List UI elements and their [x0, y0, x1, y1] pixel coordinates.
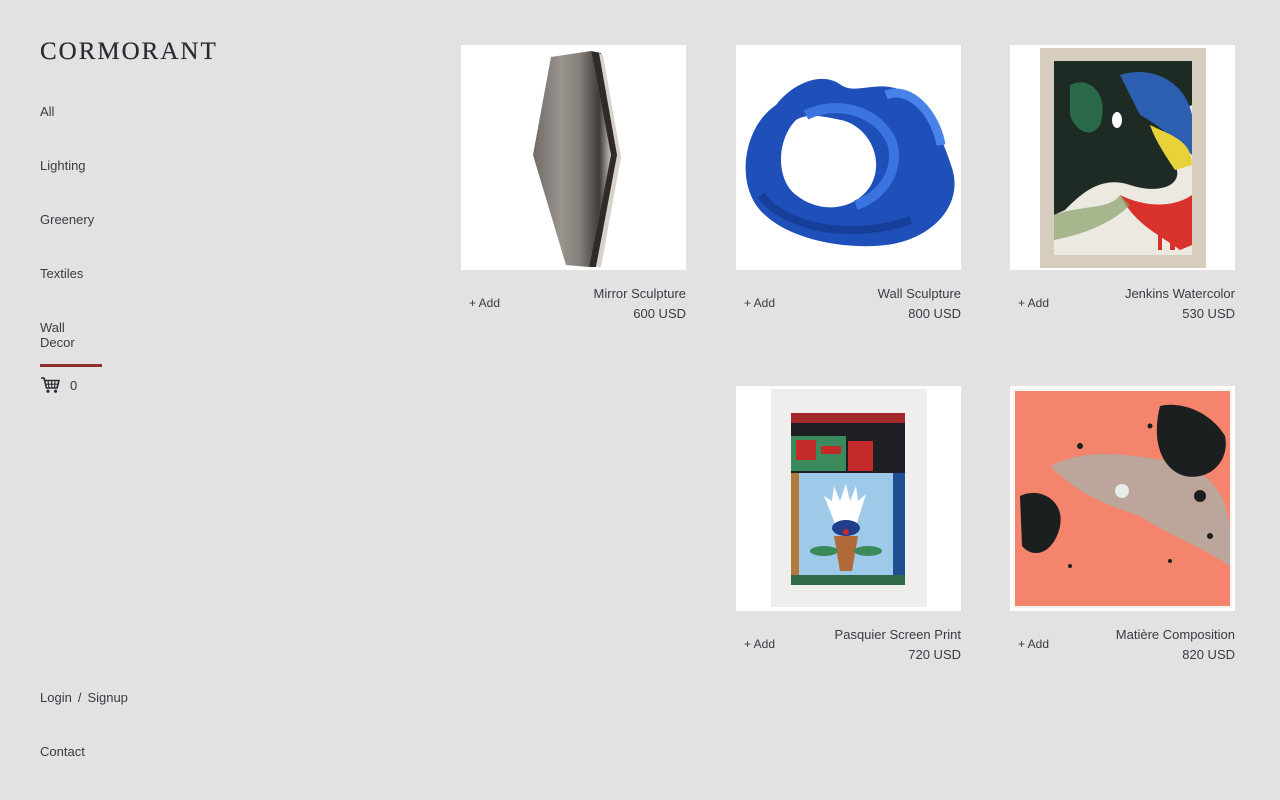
product-meta: + Add Pasquier Screen Print 720 USD: [736, 611, 961, 671]
add-to-cart-button[interactable]: + Add: [1018, 637, 1049, 651]
signup-link[interactable]: Signup: [87, 690, 127, 705]
product-image-mirror-sculpture[interactable]: [461, 45, 686, 270]
brand-logo[interactable]: CORMORANT: [40, 38, 218, 66]
add-to-cart-button[interactable]: + Add: [744, 296, 775, 310]
cart-icon: [40, 376, 60, 394]
product-card: + Add Pasquier Screen Print 720 USD: [736, 386, 961, 671]
product-card: + Add Mirror Sculpture 600 USD: [461, 45, 686, 330]
product-price: 800 USD: [908, 306, 961, 321]
nav-item-all[interactable]: All: [40, 104, 102, 158]
product-image-wall-sculpture[interactable]: [736, 45, 961, 270]
product-card: + Add Wall Sculpture 800 USD: [736, 45, 961, 330]
product-name[interactable]: Matière Composition: [1116, 627, 1235, 642]
product-name[interactable]: Jenkins Watercolor: [1125, 286, 1235, 301]
product-price: 600 USD: [633, 306, 686, 321]
nav-item-greenery[interactable]: Greenery: [40, 212, 102, 266]
product-image-matiere-composition[interactable]: [1010, 386, 1235, 611]
nav-item-label: Lighting: [40, 158, 86, 173]
add-to-cart-button[interactable]: + Add: [744, 637, 775, 651]
product-card: + Add Jenkins Watercolor 530 USD: [1010, 45, 1235, 330]
product-price: 720 USD: [908, 647, 961, 662]
product-name[interactable]: Pasquier Screen Print: [835, 627, 961, 642]
nav-item-label-active: Wall Decor: [40, 320, 102, 367]
cart-count: 0: [70, 377, 78, 393]
category-nav: All Lighting Greenery Textiles Wall Deco…: [40, 104, 102, 374]
nav-item-textiles[interactable]: Textiles: [40, 266, 102, 320]
cart-button[interactable]: 0: [40, 376, 77, 394]
nav-item-wall-decor[interactable]: Wall Decor: [40, 320, 102, 374]
product-card: + Add Matière Composition 820 USD: [1010, 386, 1235, 671]
contact-link[interactable]: Contact: [40, 744, 85, 759]
nav-item-label: All: [40, 104, 55, 119]
product-meta: + Add Jenkins Watercolor 530 USD: [1010, 270, 1235, 330]
product-price: 820 USD: [1182, 647, 1235, 662]
nav-item-label: Greenery: [40, 212, 95, 227]
product-image-jenkins-watercolor[interactable]: [1010, 45, 1235, 270]
product-image-pasquier-screen-print[interactable]: [736, 386, 961, 611]
product-meta: + Add Mirror Sculpture 600 USD: [461, 270, 686, 330]
product-name[interactable]: Wall Sculpture: [878, 286, 961, 301]
nav-item-label: Textiles: [40, 266, 84, 281]
product-meta: + Add Matière Composition 820 USD: [1010, 611, 1235, 671]
product-price: 530 USD: [1182, 306, 1235, 321]
account-separator: /: [77, 690, 82, 705]
product-name[interactable]: Mirror Sculpture: [594, 286, 686, 301]
product-meta: + Add Wall Sculpture 800 USD: [736, 270, 961, 330]
nav-item-lighting[interactable]: Lighting: [40, 158, 102, 212]
account-links: Login / Signup: [40, 690, 128, 705]
add-to-cart-button[interactable]: + Add: [469, 296, 500, 310]
add-to-cart-button[interactable]: + Add: [1018, 296, 1049, 310]
login-link[interactable]: Login: [40, 690, 72, 705]
